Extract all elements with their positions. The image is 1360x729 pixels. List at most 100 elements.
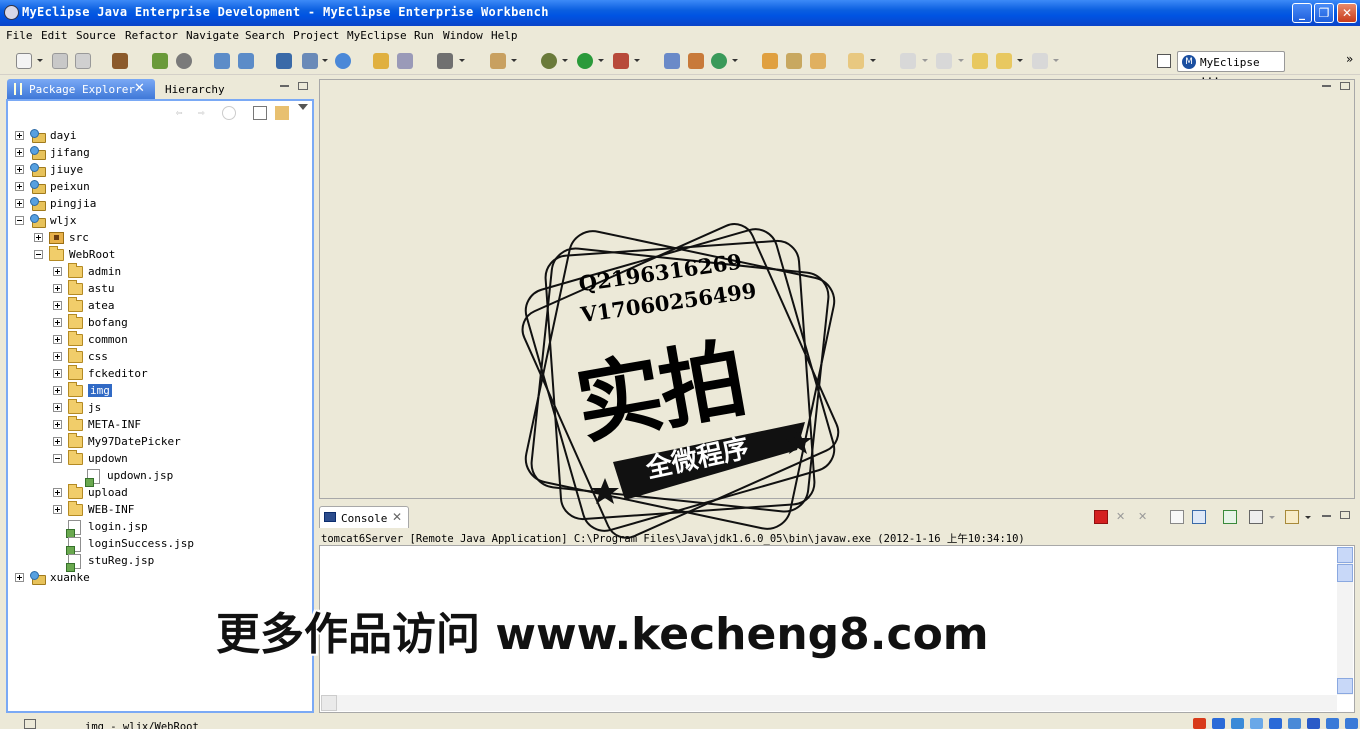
- open-type-icon[interactable]: [762, 53, 778, 69]
- tree-item-peixun[interactable]: peixun: [8, 179, 308, 196]
- expand-toggle-icon[interactable]: [15, 165, 24, 174]
- tree-item-admin[interactable]: admin: [8, 263, 308, 281]
- next-annotation-dropdown-icon[interactable]: [922, 59, 928, 62]
- globe-icon[interactable]: [335, 53, 351, 69]
- menu-help[interactable]: Help: [491, 29, 518, 42]
- server-icon[interactable]: [152, 53, 168, 69]
- run-config-dropdown-icon[interactable]: [322, 59, 328, 62]
- myeclipse-app-icon[interactable]: [4, 5, 19, 20]
- tree-item-updown-jsp[interactable]: updown.jsp: [8, 468, 308, 487]
- annotation-dropdown-icon[interactable]: [870, 59, 876, 62]
- new-icon[interactable]: [16, 53, 32, 69]
- scroll-up-arrow-icon[interactable]: [1337, 547, 1353, 563]
- forward-dropdown-icon[interactable]: [1053, 59, 1059, 62]
- new-type-dropdown-icon[interactable]: [732, 59, 738, 62]
- tree-item-fckeditor[interactable]: fckeditor: [8, 365, 308, 383]
- tree-item-login-jsp[interactable]: login.jsp: [8, 519, 308, 538]
- view-menu-chevron-down-icon[interactable]: [298, 104, 308, 110]
- expand-toggle-icon[interactable]: [53, 335, 62, 344]
- expand-toggle-icon[interactable]: [15, 182, 24, 191]
- tree-item-xuanke[interactable]: xuanke: [8, 570, 308, 587]
- tab-package-explorer[interactable]: Package Explorer ✕: [7, 79, 155, 99]
- open-console-icon[interactable]: [1285, 510, 1299, 524]
- ime-settings-icon[interactable]: [1345, 718, 1358, 729]
- tree-item-wljx[interactable]: wljx: [8, 213, 308, 230]
- tree-item-web-inf[interactable]: WEB-INF: [8, 501, 308, 519]
- expand-toggle-icon[interactable]: [34, 233, 43, 242]
- open-perspective-icon[interactable]: [1157, 54, 1171, 68]
- menu-search[interactable]: Search: [245, 29, 285, 42]
- browse-icon[interactable]: [397, 53, 413, 69]
- external-tools-dropdown-icon[interactable]: [634, 59, 640, 62]
- maximize-view-icon[interactable]: [298, 82, 308, 90]
- terminate-icon[interactable]: [1094, 510, 1108, 524]
- remove-launch-icon[interactable]: ✕: [1116, 510, 1130, 524]
- tree-item-dayi[interactable]: dayi: [8, 128, 308, 145]
- open-folder-icon[interactable]: [373, 53, 389, 69]
- expand-toggle-icon[interactable]: [53, 505, 62, 514]
- collapse-toggle-icon[interactable]: [34, 250, 43, 259]
- expand-toggle-icon[interactable]: [15, 148, 24, 157]
- tab-console[interactable]: Console ✕: [319, 506, 409, 528]
- expand-toggle-icon[interactable]: [53, 386, 62, 395]
- expand-toggle-icon[interactable]: [53, 352, 62, 361]
- tree-item-css[interactable]: css: [8, 348, 308, 366]
- tree-item-img[interactable]: img: [8, 382, 308, 400]
- menu-myeclipse[interactable]: MyEclipse: [347, 29, 407, 42]
- deploy-icon[interactable]: [112, 53, 128, 69]
- close-button[interactable]: ✕: [1337, 3, 1357, 23]
- new-package-icon[interactable]: [664, 53, 680, 69]
- external-tools-icon[interactable]: [613, 53, 629, 69]
- menu-run[interactable]: Run: [414, 29, 434, 42]
- ime-logo-icon[interactable]: [1193, 718, 1206, 729]
- clear-console-icon[interactable]: [1170, 510, 1184, 524]
- new-type-icon[interactable]: [711, 53, 727, 69]
- ime-soft-keyboard-icon[interactable]: [1269, 718, 1282, 729]
- db-icon[interactable]: [276, 53, 292, 69]
- expand-toggle-icon[interactable]: [53, 301, 62, 310]
- prev-annotation-icon[interactable]: [936, 53, 952, 69]
- tree-item-pingjia[interactable]: pingjia: [8, 196, 308, 213]
- maximize-button[interactable]: ❐: [1314, 3, 1334, 23]
- tree-item-stureg-jsp[interactable]: stuReg.jsp: [8, 553, 308, 572]
- open-console-dropdown-icon[interactable]: [1305, 516, 1311, 519]
- fast-view-icon[interactable]: [24, 719, 36, 729]
- menu-refactor[interactable]: Refactor: [125, 29, 178, 42]
- vertical-scrollbar[interactable]: [1337, 547, 1353, 695]
- editor-maximize-icon[interactable]: [1340, 82, 1350, 90]
- expand-toggle-icon[interactable]: [53, 488, 62, 497]
- close-icon[interactable]: ✕: [392, 510, 402, 524]
- ime-tool-icon[interactable]: [1326, 718, 1339, 729]
- tree-item-atea[interactable]: atea: [8, 297, 308, 315]
- tree-item-loginsuccess-jsp[interactable]: loginSuccess.jsp: [8, 536, 308, 555]
- console-minimize-icon[interactable]: [1322, 513, 1331, 517]
- expand-toggle-icon[interactable]: [53, 318, 62, 327]
- run-icon[interactable]: [577, 53, 593, 69]
- expand-toggle-icon[interactable]: [53, 267, 62, 276]
- back-dropdown-icon[interactable]: [1017, 59, 1023, 62]
- print-icon[interactable]: [75, 53, 91, 69]
- tree-item-bofang[interactable]: bofang: [8, 314, 308, 332]
- last-edit-icon[interactable]: [972, 53, 988, 69]
- run-config-icon[interactable]: [302, 53, 318, 69]
- expand-toggle-icon[interactable]: [53, 420, 62, 429]
- collapse-toggle-icon[interactable]: [15, 216, 24, 225]
- back-arrow-icon[interactable]: ⇦: [176, 106, 190, 120]
- horizontal-scrollbar[interactable]: [321, 695, 1337, 711]
- back-icon[interactable]: [996, 53, 1012, 69]
- pin-console-icon[interactable]: [1223, 510, 1237, 524]
- camera-dropdown-icon[interactable]: [459, 59, 465, 62]
- scroll-lock-icon[interactable]: [1192, 510, 1206, 524]
- next-annotation-icon[interactable]: [900, 53, 916, 69]
- expand-toggle-icon[interactable]: [53, 284, 62, 293]
- tree-item-my97datepicker[interactable]: My97DatePicker: [8, 433, 308, 451]
- menu-source[interactable]: Source: [76, 29, 116, 42]
- prev-annotation-dropdown-icon[interactable]: [958, 59, 964, 62]
- scroll-thumb[interactable]: [1337, 564, 1353, 582]
- save-icon[interactable]: [52, 53, 68, 69]
- expand-toggle-icon[interactable]: [53, 403, 62, 412]
- up-icon[interactable]: [222, 106, 236, 120]
- run-dropdown-icon[interactable]: [598, 59, 604, 62]
- link-with-editor-icon[interactable]: [275, 106, 289, 120]
- tasks-dropdown-icon[interactable]: [511, 59, 517, 62]
